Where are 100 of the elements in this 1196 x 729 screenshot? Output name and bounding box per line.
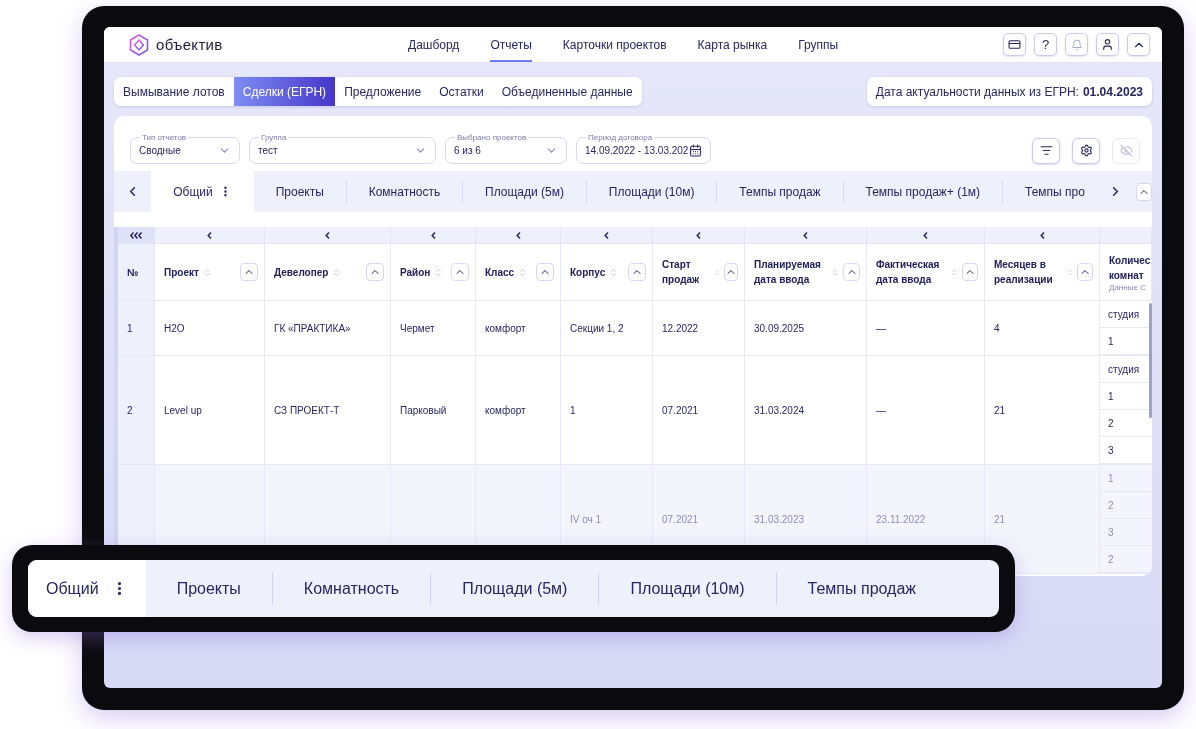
view-tab[interactable]: Проекты <box>253 171 346 212</box>
field-label: Группа <box>259 133 289 142</box>
report-tab[interactable]: Сделки (ЕГРН) <box>233 77 336 106</box>
data-date-label: Дата актуальности данных из ЕГРН: <box>875 84 1079 99</box>
view-tab[interactable]: Общий <box>28 560 146 617</box>
sort-icon[interactable] <box>518 267 528 277</box>
table-cell: 07.2021 <box>653 356 745 465</box>
sort-icon[interactable] <box>609 267 619 277</box>
field-value: тест <box>258 145 279 156</box>
table-cell: — <box>867 356 985 465</box>
collapse-icon <box>430 231 436 239</box>
sort-icon[interactable] <box>434 267 444 277</box>
table-cell: — <box>867 301 985 356</box>
table-cell: 21 <box>985 356 1100 465</box>
nav-link[interactable]: Карточки проектов <box>562 27 667 62</box>
view-tab[interactable]: Темпы про <box>1002 171 1107 212</box>
view-tab[interactable]: Комнатность <box>272 560 431 617</box>
report-tab[interactable]: Вымывание лотов <box>114 77 234 106</box>
column-collapse-button[interactable] <box>366 263 384 281</box>
nav-link[interactable]: Группы <box>798 27 839 62</box>
column-title: Класс <box>485 265 515 280</box>
card-icon <box>1008 38 1021 51</box>
table-cell: 1 <box>118 301 155 356</box>
table-cell: Секции 1, 2 <box>561 301 653 356</box>
table-cell: 31.03.2024 <box>745 356 867 465</box>
notifications-button[interactable] <box>1065 33 1088 56</box>
sort-icon[interactable] <box>202 267 212 277</box>
card-button[interactable] <box>1003 33 1026 56</box>
sort-icon[interactable] <box>332 267 342 277</box>
view-tab[interactable]: Темпы продаж <box>717 171 843 212</box>
settings-icon <box>1079 144 1093 157</box>
data-date-value: 01.04.2023 <box>1082 84 1143 99</box>
settings-button[interactable] <box>1072 137 1100 164</box>
table-cell: Чермет <box>391 301 476 356</box>
sort-icon[interactable] <box>1065 267 1074 277</box>
collapse-tabs-button[interactable] <box>1136 182 1152 201</box>
field-value: 6 из 6 <box>454 145 482 156</box>
view-tab[interactable]: Комнатность <box>346 171 463 212</box>
column-collapse-button[interactable] <box>240 263 258 281</box>
column-settings-button[interactable] <box>1032 137 1060 164</box>
sort-icon[interactable] <box>831 267 840 277</box>
view-tab[interactable]: Темпы продаж+ (1м) <box>843 171 1003 212</box>
table-cell: 21 <box>985 465 1100 574</box>
table-cell: 30.09.2025 <box>745 301 867 356</box>
view-tab[interactable]: Площади (5м) <box>463 171 586 212</box>
collapse-all-icon <box>129 231 143 239</box>
report-tab[interactable]: Объединенные данные <box>492 77 642 106</box>
view-tab[interactable]: Общий <box>151 171 254 212</box>
nav-link[interactable]: Отчеты <box>490 27 532 62</box>
nav-link[interactable]: Карта рынка <box>697 27 768 62</box>
column-collapse-button[interactable] <box>962 263 978 281</box>
table-cell: 12.2022 <box>653 301 745 356</box>
logo-icon <box>128 32 150 57</box>
sort-icon[interactable] <box>713 267 720 277</box>
profile-button[interactable] <box>1096 33 1119 56</box>
sort-icon[interactable] <box>950 267 958 277</box>
table-cell: Level up <box>155 356 265 465</box>
column-title: Фактическая дата ввода <box>876 258 941 287</box>
column-title: Проект <box>164 265 199 280</box>
column-title: Количес комнат <box>1109 253 1151 283</box>
user-icon <box>1101 38 1114 51</box>
table-cell: 1 <box>561 356 653 465</box>
room-cell: 1 <box>1100 465 1152 492</box>
room-cell: 2 <box>1100 492 1152 519</box>
column-title: Месяцев в реализации <box>994 258 1054 287</box>
field-label: Тип отчетов <box>140 133 189 142</box>
logo-text: объектив <box>156 36 223 53</box>
column-title: Девелопер <box>274 265 329 280</box>
scrollbar[interactable] <box>1149 303 1152 418</box>
column-collapse-button[interactable] <box>451 263 469 281</box>
nav-link[interactable]: Дашборд <box>408 27 460 62</box>
column-title: Старт продаж <box>662 258 701 287</box>
column-collapse-button[interactable] <box>628 263 646 281</box>
field-label: Период договора <box>586 133 655 142</box>
collapse-icon <box>803 231 808 239</box>
view-tab[interactable]: Площади (10м) <box>586 171 717 212</box>
column-collapse-button[interactable] <box>724 263 738 281</box>
table-cell: H2O <box>155 301 265 356</box>
collapse-button[interactable] <box>1127 33 1150 56</box>
table-cell: Парковый <box>391 356 476 465</box>
collapse-icon <box>923 231 928 239</box>
collapse-icon <box>1039 231 1045 239</box>
table-cell: комфорт <box>476 301 561 356</box>
visibility-button[interactable] <box>1112 137 1140 164</box>
table-cell: ГК «ПРАКТИКА» <box>265 301 391 356</box>
collapse-column-button[interactable] <box>118 227 155 244</box>
help-button[interactable]: ? <box>1034 33 1057 56</box>
collapse-icon <box>604 231 609 239</box>
field-label: Выбрано проектов <box>455 133 529 142</box>
view-tab[interactable]: Проекты <box>145 560 272 617</box>
column-title: Район <box>400 265 431 280</box>
column-subtitle: Данные С <box>1109 282 1147 292</box>
column-title: № <box>127 265 139 280</box>
column-collapse-button[interactable] <box>536 263 554 281</box>
report-tab[interactable]: Остатки <box>430 77 493 106</box>
report-tab[interactable]: Предложение <box>335 77 431 106</box>
column-collapse-button[interactable] <box>843 263 860 281</box>
room-cell: 3 <box>1100 519 1152 546</box>
column-collapse-button[interactable] <box>1077 263 1093 281</box>
room-cell: 3 <box>1100 437 1152 464</box>
